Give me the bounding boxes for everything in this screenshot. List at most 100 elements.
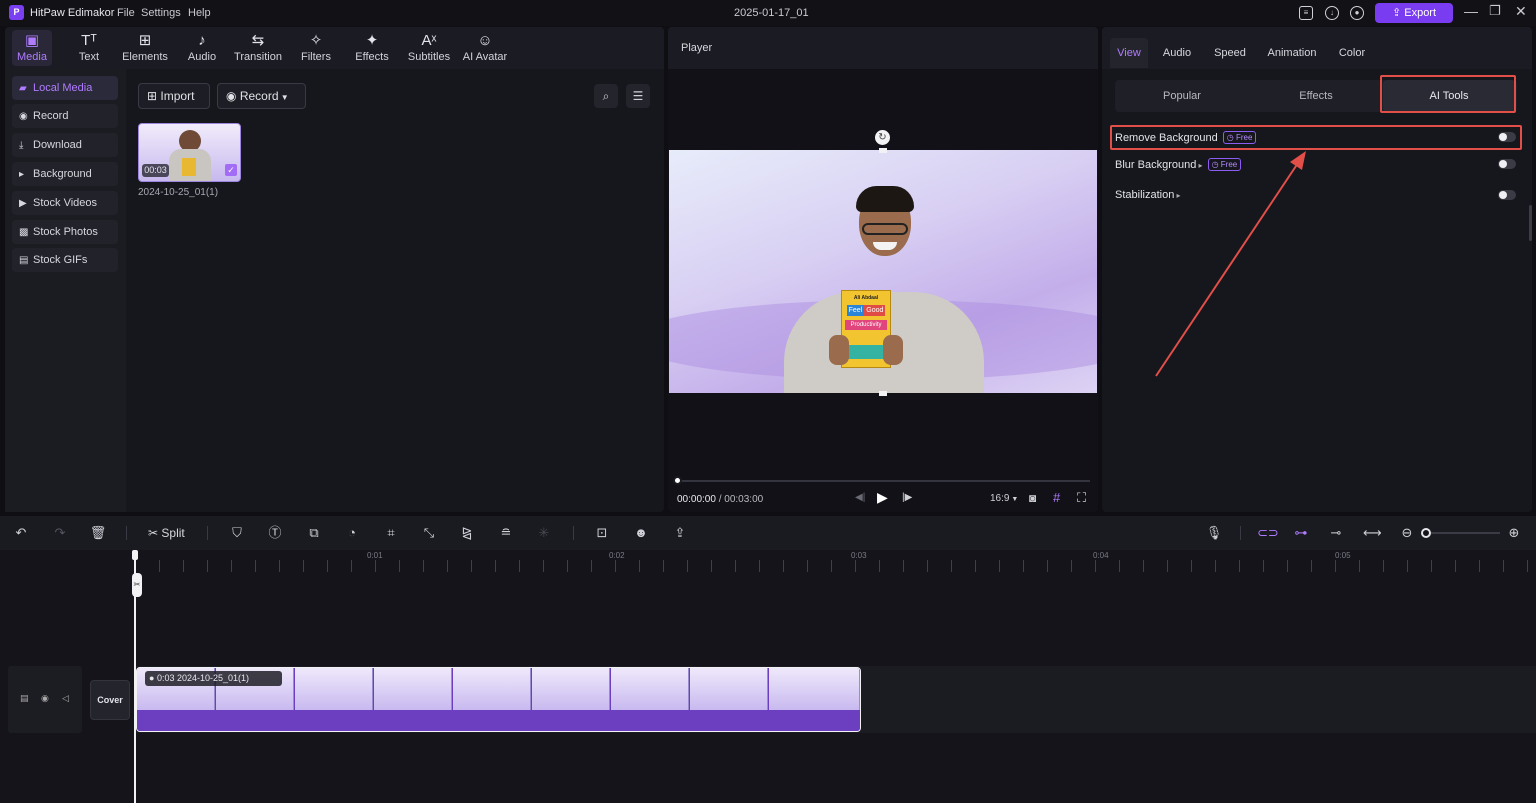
split-button[interactable]: ✂ Split [148,526,185,540]
chevron-down-icon: ▼ [1009,496,1019,503]
add-text-icon[interactable]: ⊡ [593,524,611,542]
aspect-ratio-dropdown[interactable]: 16:9 ▼ [990,493,1018,504]
scissors-icon: ✂ [148,526,162,540]
microphone-icon[interactable]: 🎙 [1205,524,1223,542]
undo-icon[interactable]: ↶ [12,524,30,542]
subtab-effects[interactable]: Effects [1249,80,1383,112]
export-button[interactable]: ⇪ Export [1375,3,1453,23]
zoom-in-icon[interactable]: ⊕ [1505,524,1523,542]
stabilization-toggle[interactable] [1498,190,1516,200]
clip-frame [769,668,860,710]
clip-frame [374,668,452,710]
sidebar-item-stock-gifs[interactable]: ▤ Stock GIFs [12,248,118,272]
book-word-good: Good [864,305,886,316]
restore-icon[interactable]: ❐ [1489,3,1501,19]
tool-media[interactable]: ▣ Media [5,32,59,63]
sidebar-item-record[interactable]: ◉ Record [12,104,118,128]
ai-caption-icon[interactable]: ⧉ [305,524,323,542]
tool-audio[interactable]: ♪ Audio [175,32,229,63]
track-lock-icon[interactable]: ▤ [20,693,29,704]
prev-frame-icon[interactable]: ◀| [855,492,865,503]
playhead-split-handle-icon[interactable]: ✂ [132,573,142,597]
text-overlay-icon[interactable]: Ⓣ [266,524,284,542]
tool-text[interactable]: Tᵀ Text [62,32,116,63]
sidebar-item-download[interactable]: ⤓ Download [12,133,118,157]
delete-icon[interactable]: 🗑 [89,524,107,542]
audio-icon: ♪ [198,32,206,49]
tab-view[interactable]: View [1110,38,1148,68]
menu-help[interactable]: Help [188,7,211,19]
zoom-slider-knob[interactable] [1421,528,1431,538]
sidebar-item-background[interactable]: ▸ Background [12,162,118,186]
mirror-icon[interactable]: ⧎ [458,524,476,542]
cover-button[interactable]: Cover [90,680,130,720]
sidebar-item-stock-photos[interactable]: ▩ Stock Photos [12,220,118,244]
download-icon: ⤓ [19,140,24,151]
close-icon[interactable]: ✕ [1515,3,1527,20]
import-button[interactable]: ⊞ Import [138,83,210,109]
fit-icon[interactable]: ⟷ [1363,524,1382,542]
menu-settings[interactable]: Settings [141,7,181,19]
tab-audio[interactable]: Audio [1156,38,1198,68]
video-preview[interactable]: Ali Abdaal Feel Good Productivity [669,150,1097,393]
tool-transition[interactable]: ⇆ Transition [231,32,285,63]
clip-frame [295,668,373,710]
playhead-knob[interactable] [673,476,682,485]
book-subtitle-block [848,345,886,359]
tool-effects[interactable]: ✦ Effects [345,32,399,63]
video-icon: ▶ [19,198,27,209]
tab-speed[interactable]: Speed [1208,38,1252,68]
resize-handle-bottom[interactable] [879,391,887,396]
feedback-icon[interactable]: ≡ [1299,6,1313,20]
tab-animation[interactable]: Animation [1262,38,1322,68]
next-frame-icon[interactable]: |▶ [902,492,912,503]
zoom-slider-track[interactable] [1426,532,1500,534]
playhead-top-handle[interactable] [132,550,138,560]
sidebar-item-stock-videos[interactable]: ▶ Stock Videos [12,191,118,215]
account-icon[interactable]: ● [1350,6,1364,20]
clip-frame [453,668,531,710]
export-clip-icon[interactable]: ⇪ [671,524,689,542]
scrollbar[interactable] [1529,205,1532,241]
tool-filters[interactable]: ✧ Filters [289,32,343,63]
mask-icon[interactable]: ⛉ [228,524,246,542]
tool-ai-avatar[interactable]: ☺ AI Avatar [458,32,512,63]
snapshot-icon[interactable]: ◙ [1029,491,1036,505]
sort-icon[interactable]: ☰ [626,84,650,108]
tool-elements[interactable]: ⊞ Elements [118,32,172,63]
link-icon[interactable]: ⊂⊃ [1257,524,1279,542]
unlink-icon[interactable]: ⊸ [1327,524,1345,542]
playback-progress-track[interactable] [677,480,1090,482]
play-icon[interactable]: ▶ [877,489,888,506]
download-icon[interactable]: ↓ [1325,6,1339,20]
record-dropdown-button[interactable]: ◉ Record ▼ [217,83,306,109]
subtitles-icon: Aˣ [421,32,437,49]
subtab-popular[interactable]: Popular [1115,80,1249,112]
face-icon[interactable]: ☻ [632,524,650,542]
crop-icon[interactable]: ⌗ [382,524,400,542]
track-visibility-icon[interactable]: ◉ [41,693,49,704]
tab-color[interactable]: Color [1332,38,1372,68]
zoom-out-icon[interactable]: ⊖ [1398,524,1416,542]
track-mute-icon[interactable]: ◁ [62,693,69,704]
expand-arrow-icon: ▸ [19,169,25,180]
resize-handle-top[interactable] [879,148,887,153]
redo-icon[interactable]: ↷ [51,524,69,542]
menu-file[interactable]: File [117,7,135,19]
rotate-handle-icon[interactable]: ↻ [875,130,890,145]
media-clip-thumbnail[interactable]: 00:03 ✓ [138,123,241,182]
speed-icon[interactable]: ◔ [343,524,361,542]
snap-icon[interactable]: ⊶ [1292,524,1310,542]
fullscreen-icon[interactable]: ⛶ [1077,490,1086,506]
video-clip[interactable]: ● 0:03 2024-10-25_01(1) [136,667,861,732]
minimize-icon[interactable]: — [1464,3,1478,19]
filters-icon: ✧ [309,32,323,49]
align-icon[interactable]: ≘ [497,524,515,542]
grid-icon[interactable]: # [1053,490,1060,505]
freeze-icon[interactable]: ✳ [535,524,553,542]
tool-subtitles[interactable]: Aˣ Subtitles [402,32,456,63]
blur-background-toggle[interactable] [1498,159,1516,169]
sidebar-item-local-media[interactable]: ▰ Local Media [12,76,118,100]
resize-icon[interactable]: ⤡ [420,524,438,542]
search-icon[interactable]: ⌕ [594,84,618,108]
